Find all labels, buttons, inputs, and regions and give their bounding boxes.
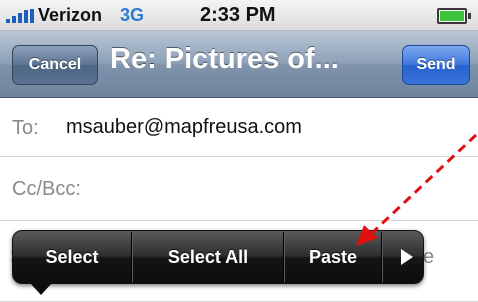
to-field[interactable]: To: msauber@mapfreusa.com — [0, 98, 478, 157]
select-menu-item[interactable]: Select — [13, 231, 131, 283]
to-label: To: — [12, 117, 39, 139]
cc-bcc-label: Cc/Bcc: — [12, 178, 81, 200]
cancel-button[interactable]: Cancel — [12, 45, 98, 85]
nav-bar: Cancel Re: Pictures of... Send — [0, 31, 478, 98]
to-recipient[interactable]: msauber@mapfreusa.com — [66, 116, 302, 139]
menu-divider — [381, 232, 383, 282]
subject-text-fragment: e — [423, 246, 435, 268]
carrier-name: Verizon — [38, 5, 103, 25]
cc-bcc-field[interactable]: Cc/Bcc: — [0, 157, 478, 221]
network-type: 3G — [120, 5, 145, 25]
status-time: 2:33 PM — [200, 4, 276, 26]
page-title: Re: Pictures of... — [110, 43, 339, 75]
status-bar: Verizon 3G 2:33 PM — [0, 0, 478, 31]
edit-menu: Select Select All Paste — [12, 230, 424, 284]
menu-pointer-icon — [30, 283, 52, 295]
signal-bars-icon — [6, 9, 34, 23]
paste-menu-item[interactable]: Paste — [285, 231, 381, 283]
play-arrow-icon[interactable] — [401, 249, 413, 265]
battery-icon — [437, 8, 471, 24]
send-button[interactable]: Send — [402, 45, 470, 85]
select-all-menu-item[interactable]: Select All — [133, 231, 283, 283]
